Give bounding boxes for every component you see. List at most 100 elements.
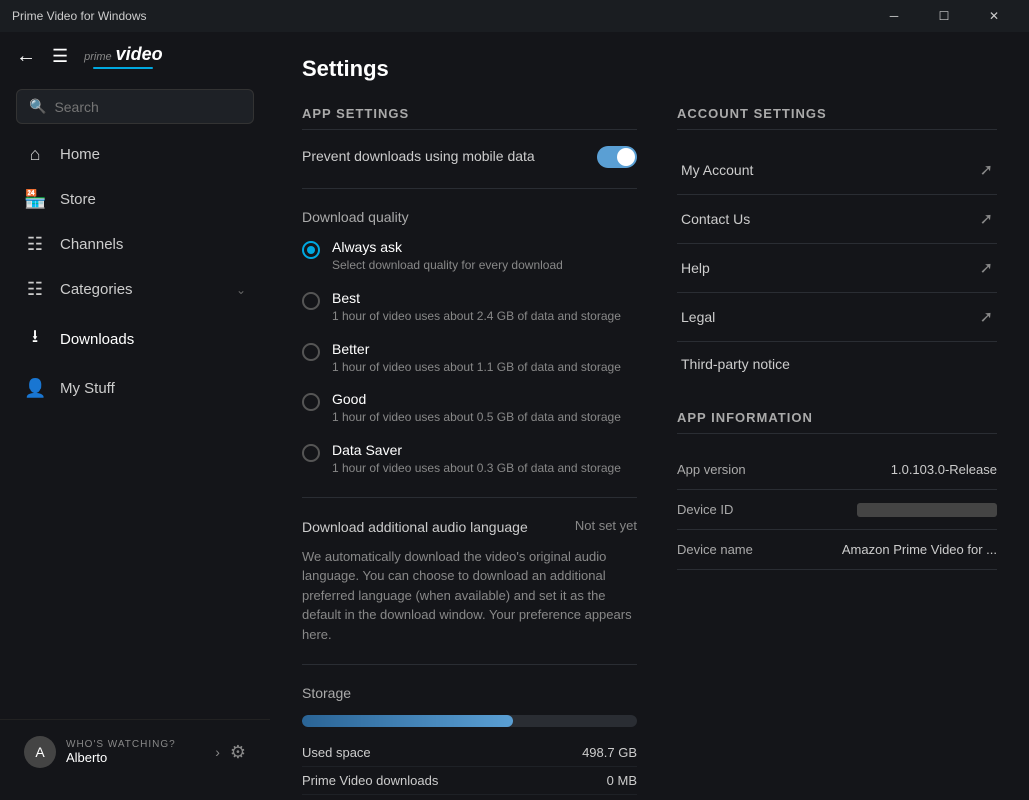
quality-better-title: Better — [332, 341, 621, 357]
toggle-knob — [617, 148, 635, 166]
app-info-row-device-name: Device name Amazon Prime Video for ... — [677, 530, 997, 570]
quality-better-text: Better 1 hour of video uses about 1.1 GB… — [332, 341, 621, 376]
app-version-label: App version — [677, 462, 746, 477]
audio-row: Download additional audio language Not s… — [302, 518, 637, 541]
prevent-downloads-row: Prevent downloads using mobile data — [302, 146, 637, 168]
account-link-help[interactable]: Help ➚ — [677, 244, 997, 293]
audio-language-header: Download additional audio language — [302, 519, 528, 535]
quality-option-always-ask[interactable]: Always ask Select download quality for e… — [302, 239, 637, 274]
quality-option-data-saver[interactable]: Data Saver 1 hour of video uses about 0.… — [302, 442, 637, 477]
quality-always-ask-desc: Select download quality for every downlo… — [332, 257, 563, 274]
external-link-icon-help: ➚ — [980, 258, 993, 278]
device-name-label: Device name — [677, 542, 753, 557]
quality-good-title: Good — [332, 391, 621, 407]
store-icon: 🏪 — [24, 189, 46, 210]
sidebar: ← ☰ prime video 🔍 ⌂ Home 🏪 Store ☷ Chann — [0, 32, 270, 800]
categories-icon: ☷ — [24, 279, 46, 300]
sidebar-item-store[interactable]: 🏪 Store — [0, 177, 270, 222]
sidebar-item-home[interactable]: ⌂ Home — [0, 132, 270, 177]
third-party-notice-label: Third-party notice — [681, 356, 790, 372]
sidebar-item-downloads-label: Downloads — [60, 331, 134, 348]
sidebar-item-mystuff[interactable]: 👤 My Stuff — [0, 366, 270, 411]
account-link-contact-us[interactable]: Contact Us ➚ — [677, 195, 997, 244]
prevent-downloads-toggle[interactable] — [597, 146, 637, 168]
account-link-legal[interactable]: Legal ➚ — [677, 293, 997, 342]
quality-option-good[interactable]: Good 1 hour of video uses about 0.5 GB o… — [302, 391, 637, 426]
divider-1 — [302, 188, 637, 189]
settings-icon[interactable]: ⚙ — [230, 742, 246, 763]
storage-bar-background — [302, 715, 637, 727]
app-version-value: 1.0.103.0-Release — [891, 462, 997, 477]
storage-row-used: Used space 498.7 GB — [302, 739, 637, 767]
quality-better-desc: 1 hour of video uses about 1.1 GB of dat… — [332, 359, 621, 376]
sidebar-item-store-label: Store — [60, 191, 96, 208]
categories-arrow-icon: ⌄ — [236, 283, 246, 297]
close-button[interactable]: ✕ — [971, 0, 1017, 32]
divider-3 — [302, 664, 637, 665]
logo-underline — [93, 67, 153, 69]
app-settings-header: App settings — [302, 106, 637, 130]
quality-data-saver-title: Data Saver — [332, 442, 621, 458]
quality-data-saver-text: Data Saver 1 hour of video uses about 0.… — [332, 442, 621, 477]
storage-header: Storage — [302, 685, 637, 701]
settings-right-panel: Account settings My Account ➚ Contact Us… — [677, 106, 997, 800]
third-party-notice-link[interactable]: Third-party notice — [677, 342, 997, 386]
my-account-label: My Account — [681, 162, 753, 178]
prime-logo: prime video — [84, 44, 163, 69]
prevent-downloads-label: Prevent downloads using mobile data — [302, 147, 535, 167]
legal-label: Legal — [681, 309, 715, 325]
search-input[interactable] — [54, 99, 241, 115]
mystuff-icon: 👤 — [24, 378, 46, 399]
quality-good-desc: 1 hour of video uses about 0.5 GB of dat… — [332, 409, 621, 426]
profile-who-watching: WHO'S WATCHING? — [66, 739, 205, 750]
sidebar-item-channels-label: Channels — [60, 236, 123, 253]
divider-2 — [302, 497, 637, 498]
storage-prime-label: Prime Video downloads — [302, 773, 438, 788]
profile-chevron-icon[interactable]: › — [215, 744, 220, 760]
sidebar-item-mystuff-label: My Stuff — [60, 380, 115, 397]
storage-section: Storage Used space 498.7 GB Prime Video … — [302, 685, 637, 800]
radio-better — [302, 343, 320, 361]
settings-layout: App settings Prevent downloads using mob… — [302, 106, 997, 800]
quality-good-text: Good 1 hour of video uses about 0.5 GB o… — [332, 391, 621, 426]
quality-option-best[interactable]: Best 1 hour of video uses about 2.4 GB o… — [302, 290, 637, 325]
main-content: Settings App settings Prevent downloads … — [270, 32, 1029, 800]
logo-video: video — [116, 44, 163, 65]
back-button[interactable]: ← — [16, 45, 36, 68]
hamburger-button[interactable]: ☰ — [48, 46, 72, 67]
settings-left-panel: App settings Prevent downloads using mob… — [302, 106, 637, 800]
external-link-icon-legal: ➚ — [980, 307, 993, 327]
app-body: ← ☰ prime video 🔍 ⌂ Home 🏪 Store ☷ Chann — [0, 32, 1029, 800]
radio-data-saver — [302, 444, 320, 462]
storage-row-free: Free space 1.77 TB — [302, 795, 637, 800]
radio-good — [302, 393, 320, 411]
storage-prime-value: 0 MB — [607, 773, 637, 788]
title-bar-controls: ─ ☐ ✕ — [871, 0, 1017, 32]
app-info-row-version: App version 1.0.103.0-Release — [677, 450, 997, 490]
avatar: A — [24, 736, 56, 768]
minimize-button[interactable]: ─ — [871, 0, 917, 32]
device-name-value: Amazon Prime Video for ... — [842, 542, 997, 557]
sidebar-item-downloads[interactable]: ⭳ Downloads — [0, 312, 270, 366]
external-link-icon-account: ➚ — [980, 160, 993, 180]
device-id-bar — [857, 503, 997, 517]
quality-data-saver-desc: 1 hour of video uses about 0.3 GB of dat… — [332, 460, 621, 477]
radio-best — [302, 292, 320, 310]
home-icon: ⌂ — [24, 144, 46, 165]
sidebar-item-categories-label: Categories — [60, 281, 133, 298]
app-info-section: App version 1.0.103.0-Release Device ID … — [677, 450, 997, 570]
channels-icon: ☷ — [24, 234, 46, 255]
audio-not-set: Not set yet — [575, 518, 637, 533]
sidebar-item-channels[interactable]: ☷ Channels — [0, 222, 270, 267]
audio-desc: We automatically download the video's or… — [302, 547, 637, 645]
maximize-button[interactable]: ☐ — [921, 0, 967, 32]
storage-bar-fill — [302, 715, 513, 727]
quality-option-better[interactable]: Better 1 hour of video uses about 1.1 GB… — [302, 341, 637, 376]
account-link-my-account[interactable]: My Account ➚ — [677, 146, 997, 195]
search-bar[interactable]: 🔍 — [16, 89, 254, 124]
sidebar-item-categories[interactable]: ☷ Categories ⌄ — [0, 267, 270, 312]
search-icon: 🔍 — [29, 98, 46, 115]
quality-always-ask-text: Always ask Select download quality for e… — [332, 239, 563, 274]
contact-us-label: Contact Us — [681, 211, 750, 227]
app-info-header: App information — [677, 410, 997, 434]
